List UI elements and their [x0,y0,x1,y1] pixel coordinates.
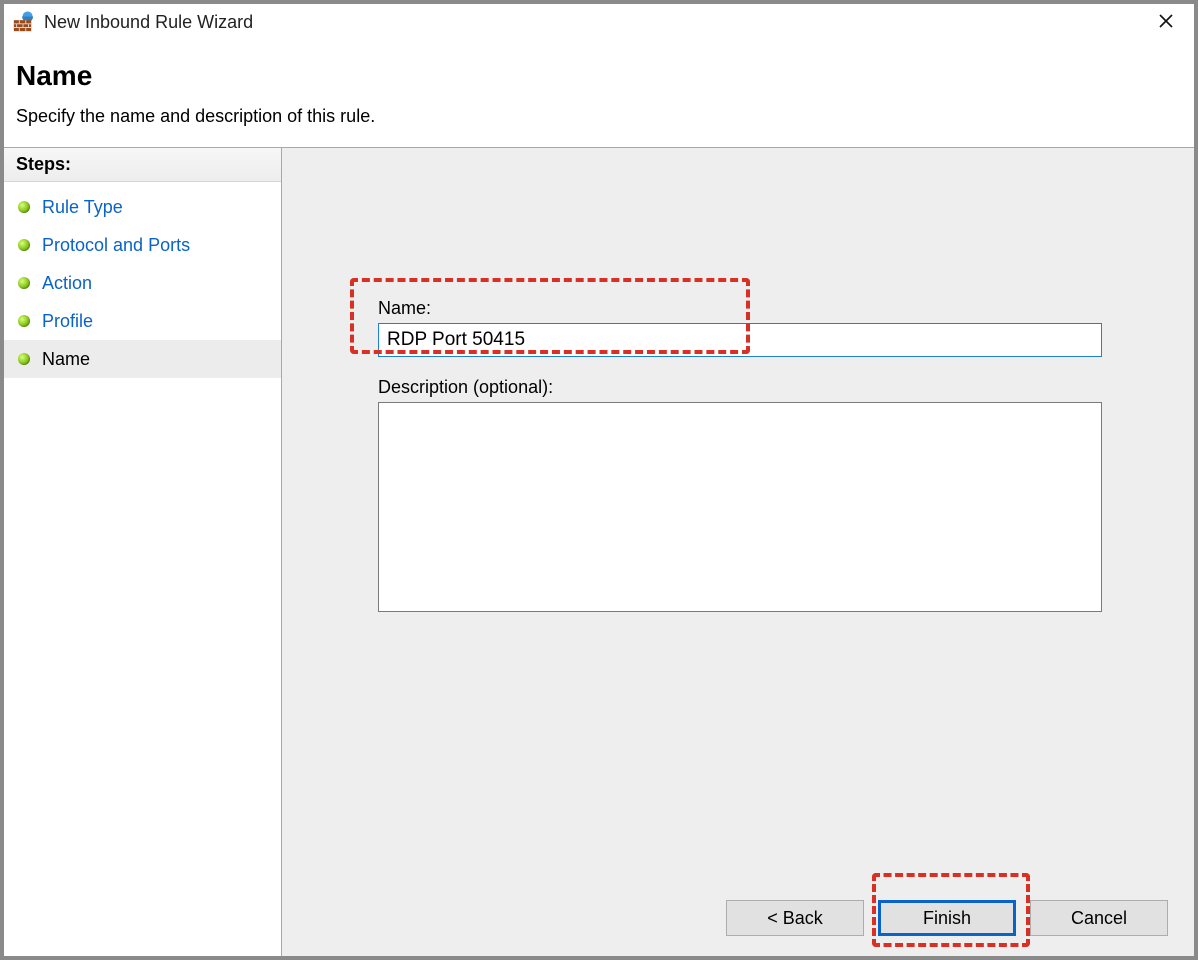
step-bullet-icon [18,277,30,289]
step-profile[interactable]: Profile [4,302,281,340]
step-label: Profile [42,311,93,332]
step-bullet-icon [18,239,30,251]
step-protocol-and-ports[interactable]: Protocol and Ports [4,226,281,264]
steps-heading: Steps: [4,148,281,182]
step-action[interactable]: Action [4,264,281,302]
name-field-group: Name: [378,298,1124,357]
wizard-body: Steps: Rule Type Protocol and Ports Acti… [4,148,1194,956]
description-label: Description (optional): [378,377,1124,398]
step-label: Action [42,273,92,294]
step-label: Name [42,349,90,370]
form-area: Name: Description (optional): [378,298,1124,617]
cancel-button[interactable]: Cancel [1030,900,1168,936]
name-label: Name: [378,298,1124,319]
wizard-main: Name: Description (optional): < Back Fin… [282,148,1194,956]
steps-list: Rule Type Protocol and Ports Action Prof… [4,182,281,378]
finish-button[interactable]: Finish [878,900,1016,936]
step-bullet-icon [18,315,30,327]
window-title: New Inbound Rule Wizard [44,12,1146,33]
page-subtitle: Specify the name and description of this… [16,106,1194,127]
description-input[interactable] [378,402,1102,612]
step-bullet-icon [18,353,30,365]
steps-sidebar: Steps: Rule Type Protocol and Ports Acti… [4,148,282,956]
wizard-window: New Inbound Rule Wizard Name Specify the… [0,0,1198,960]
firewall-icon [12,11,34,33]
close-icon [1158,13,1174,32]
step-label: Rule Type [42,197,123,218]
step-label: Protocol and Ports [42,235,190,256]
step-name[interactable]: Name [4,340,281,378]
name-input[interactable] [378,323,1102,357]
back-button[interactable]: < Back [726,900,864,936]
wizard-buttons: < Back Finish Cancel [726,900,1168,936]
close-button[interactable] [1146,7,1186,37]
titlebar: New Inbound Rule Wizard [4,4,1194,40]
page-title: Name [16,60,1194,92]
description-field-group: Description (optional): [378,377,1124,617]
step-rule-type[interactable]: Rule Type [4,188,281,226]
step-bullet-icon [18,201,30,213]
wizard-header: Name Specify the name and description of… [4,40,1194,147]
